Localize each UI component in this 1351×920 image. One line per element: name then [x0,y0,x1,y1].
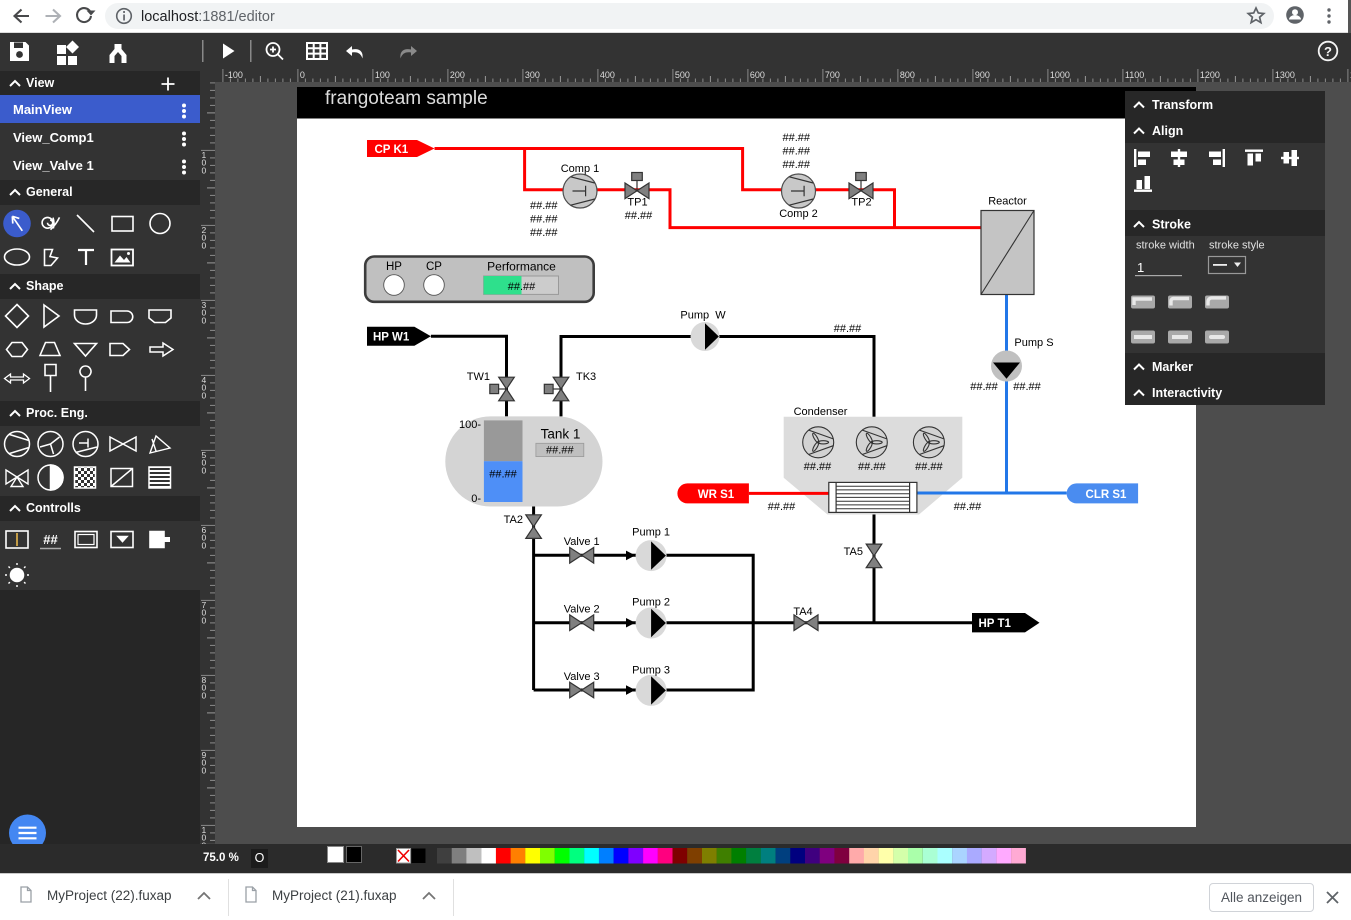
svg-text:stroke width: stroke width [1136,239,1195,251]
svg-text:0: 0 [202,766,207,776]
svg-text:frangoteam sample: frangoteam sample [325,88,488,109]
svg-text:0-: 0- [471,493,481,505]
svg-text:1: 1 [1137,260,1144,275]
svg-text:Align: Align [1152,124,1183,138]
svg-text:##.##: ##.## [489,469,517,481]
svg-text:Transform: Transform [1152,98,1213,112]
svg-text:0: 0 [202,241,207,251]
svg-text:stroke style: stroke style [1209,239,1265,251]
svg-text:Comp 2: Comp 2 [779,208,818,220]
svg-text:?: ? [1324,44,1332,59]
svg-text:1000: 1000 [1050,70,1070,80]
svg-text:TA4: TA4 [793,606,812,618]
svg-text:TW1: TW1 [467,371,490,383]
svg-text:##.##: ##.## [530,227,558,239]
svg-text:Valve 3: Valve 3 [564,671,600,683]
svg-text:0: 0 [202,691,207,701]
svg-text:0: 0 [202,166,207,176]
svg-text:Comp 1: Comp 1 [561,163,600,175]
svg-text:##.##: ##.## [783,132,811,144]
svg-text:##.##: ##.## [1013,381,1041,393]
svg-text:##.##: ##.## [530,214,558,226]
svg-text:-100: -100 [225,70,243,80]
svg-text:1100: 1100 [1125,70,1144,80]
svg-text:CP K1: CP K1 [375,144,409,156]
svg-text:TA2: TA2 [504,514,523,526]
svg-text:0: 0 [202,466,207,476]
svg-text:localhost:1881/editor: localhost:1881/editor [141,9,275,25]
svg-text:##.##: ##.## [804,461,832,473]
svg-text:##: ## [43,532,58,547]
svg-text:Pump 3: Pump 3 [632,664,670,676]
svg-text:CP: CP [426,261,442,273]
svg-text:0: 0 [202,541,207,551]
svg-text:0: 0 [202,391,207,401]
svg-text:##.##: ##.## [915,461,943,473]
svg-text:TP1: TP1 [627,197,647,209]
svg-text:Marker: Marker [1152,360,1193,374]
svg-text:HP W1: HP W1 [373,332,410,344]
svg-text:0: 0 [202,316,207,326]
svg-text:TA5: TA5 [844,546,863,558]
svg-text:##.##: ##.## [858,461,886,473]
svg-text:Tank 1: Tank 1 [541,427,581,442]
svg-text:Stroke: Stroke [1152,217,1191,231]
svg-text:##.##: ##.## [768,501,796,513]
svg-text:HP: HP [386,261,402,273]
svg-text:##.##: ##.## [546,444,574,456]
svg-text:HP T1: HP T1 [979,618,1012,630]
svg-text:Performance: Performance [487,260,556,274]
svg-text:CLR S1: CLR S1 [1086,489,1128,501]
svg-text:##.##: ##.## [970,381,998,393]
svg-text:Condenser: Condenser [794,406,848,418]
svg-text:1300: 1300 [1275,70,1295,80]
svg-text:##.##: ##.## [834,323,862,335]
svg-text:Reactor: Reactor [988,196,1027,208]
svg-text:##.##: ##.## [783,146,811,158]
svg-text:WR S1: WR S1 [698,489,735,501]
svg-text:Pump S: Pump S [1014,337,1053,349]
svg-text:1200: 1200 [1200,70,1220,80]
svg-text:##.##: ##.## [508,281,536,293]
svg-text:TP2: TP2 [851,197,871,209]
svg-text:Pump 1: Pump 1 [632,527,670,539]
svg-text:##.##: ##.## [783,159,811,171]
svg-text:0: 0 [202,616,207,626]
svg-text:100-: 100- [459,419,481,431]
svg-text:##.##: ##.## [625,210,653,222]
svg-text:0: 0 [300,70,305,80]
svg-text:Valve 1: Valve 1 [564,536,600,548]
svg-text:##.##: ##.## [954,501,982,513]
svg-text:##.##: ##.## [530,200,558,212]
svg-text:Pump W: Pump W [680,310,726,322]
svg-text:Valve 2: Valve 2 [564,603,600,615]
svg-text:Pump 2: Pump 2 [632,597,670,609]
svg-text:Interactivity: Interactivity [1152,386,1222,400]
svg-text:TK3: TK3 [576,371,596,383]
